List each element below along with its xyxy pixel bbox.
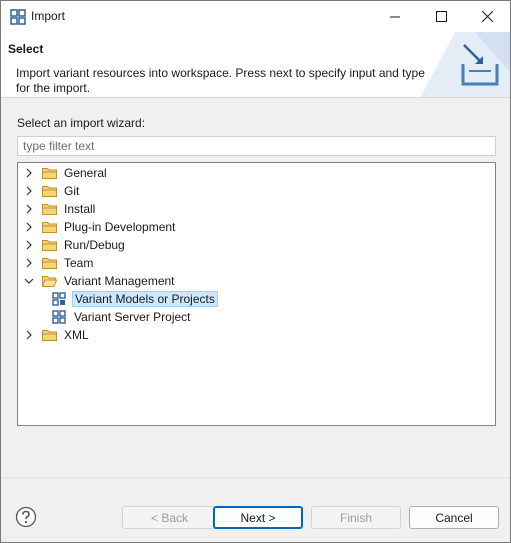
chevron-right-icon[interactable]	[24, 186, 34, 196]
tree-item-label: Install	[64, 202, 96, 216]
folder-icon	[42, 258, 57, 269]
chevron-right-icon[interactable]	[24, 168, 34, 178]
tree-item-label: General	[64, 166, 107, 180]
footer-divider	[1, 477, 510, 478]
tree-item-xml[interactable]: XML	[24, 326, 91, 344]
tree-item-git[interactable]: Git	[24, 182, 81, 200]
tree-item-variant-server-project[interactable]: Variant Server Project	[52, 308, 193, 326]
window-title: Import	[31, 9, 66, 23]
tree-item-label: Run/Debug	[64, 238, 125, 252]
cancel-button[interactable]: Cancel	[409, 506, 499, 529]
back-button[interactable]: < Back	[122, 506, 217, 529]
tree-item-label: Git	[64, 184, 80, 198]
title-bar[interactable]: Import	[1, 1, 510, 32]
variant-server-icon	[52, 310, 66, 324]
tree-item-label: Plug-in Development	[64, 220, 176, 234]
chevron-right-icon[interactable]	[24, 204, 34, 214]
folder-icon	[42, 222, 57, 233]
page-title: Select	[8, 42, 44, 56]
tree-item-variant-models-or-projects[interactable]: Variant Models or Projects	[52, 290, 218, 308]
chevron-down-icon[interactable]	[24, 276, 34, 286]
tree-item-label: Variant Management	[64, 274, 175, 288]
close-button[interactable]	[464, 1, 510, 32]
import-dialog: Import Select Import variant resources i…	[0, 0, 511, 543]
folder-icon	[42, 186, 57, 197]
tree-item-install[interactable]: Install	[24, 200, 97, 218]
open-folder-icon	[42, 276, 57, 287]
tree-item-label: Variant Server Project	[74, 310, 191, 324]
wizard-tree[interactable]: General Git Install Plug-in Development …	[17, 162, 496, 426]
tree-item-variant-management[interactable]: Variant Management	[24, 272, 177, 290]
folder-icon	[42, 330, 57, 341]
finish-button[interactable]: Finish	[311, 506, 401, 529]
folder-icon	[42, 204, 57, 215]
folder-icon	[42, 168, 57, 179]
minimize-icon	[390, 16, 400, 17]
close-icon	[481, 11, 493, 22]
tree-item-plug-in-development[interactable]: Plug-in Development	[24, 218, 177, 236]
page-description: Import variant resources into workspace.…	[16, 66, 425, 95]
variant-models-icon	[52, 292, 66, 306]
wizard-header: Select Import variant resources into wor…	[1, 32, 510, 98]
tree-item-label: XML	[64, 328, 89, 342]
help-icon[interactable]	[15, 506, 37, 528]
tree-item-label: Variant Models or Projects	[72, 291, 218, 307]
tree-item-general[interactable]: General	[24, 164, 109, 182]
tree-item-label: Team	[64, 256, 94, 270]
next-button[interactable]: Next >	[213, 506, 303, 529]
import-wizard-banner-icon	[420, 32, 510, 97]
maximize-button[interactable]	[418, 1, 464, 32]
filter-input[interactable]	[17, 136, 496, 156]
minimize-button[interactable]	[372, 1, 418, 32]
tree-item-team[interactable]: Team	[24, 254, 95, 272]
chevron-right-icon[interactable]	[24, 330, 34, 340]
tree-item-run-debug[interactable]: Run/Debug	[24, 236, 127, 254]
chevron-right-icon[interactable]	[24, 240, 34, 250]
wizard-label: Select an import wizard:	[17, 116, 146, 130]
maximize-icon	[435, 11, 447, 22]
chevron-right-icon[interactable]	[24, 222, 34, 232]
chevron-right-icon[interactable]	[24, 258, 34, 268]
folder-icon	[42, 240, 57, 251]
app-grid-icon	[10, 9, 26, 25]
